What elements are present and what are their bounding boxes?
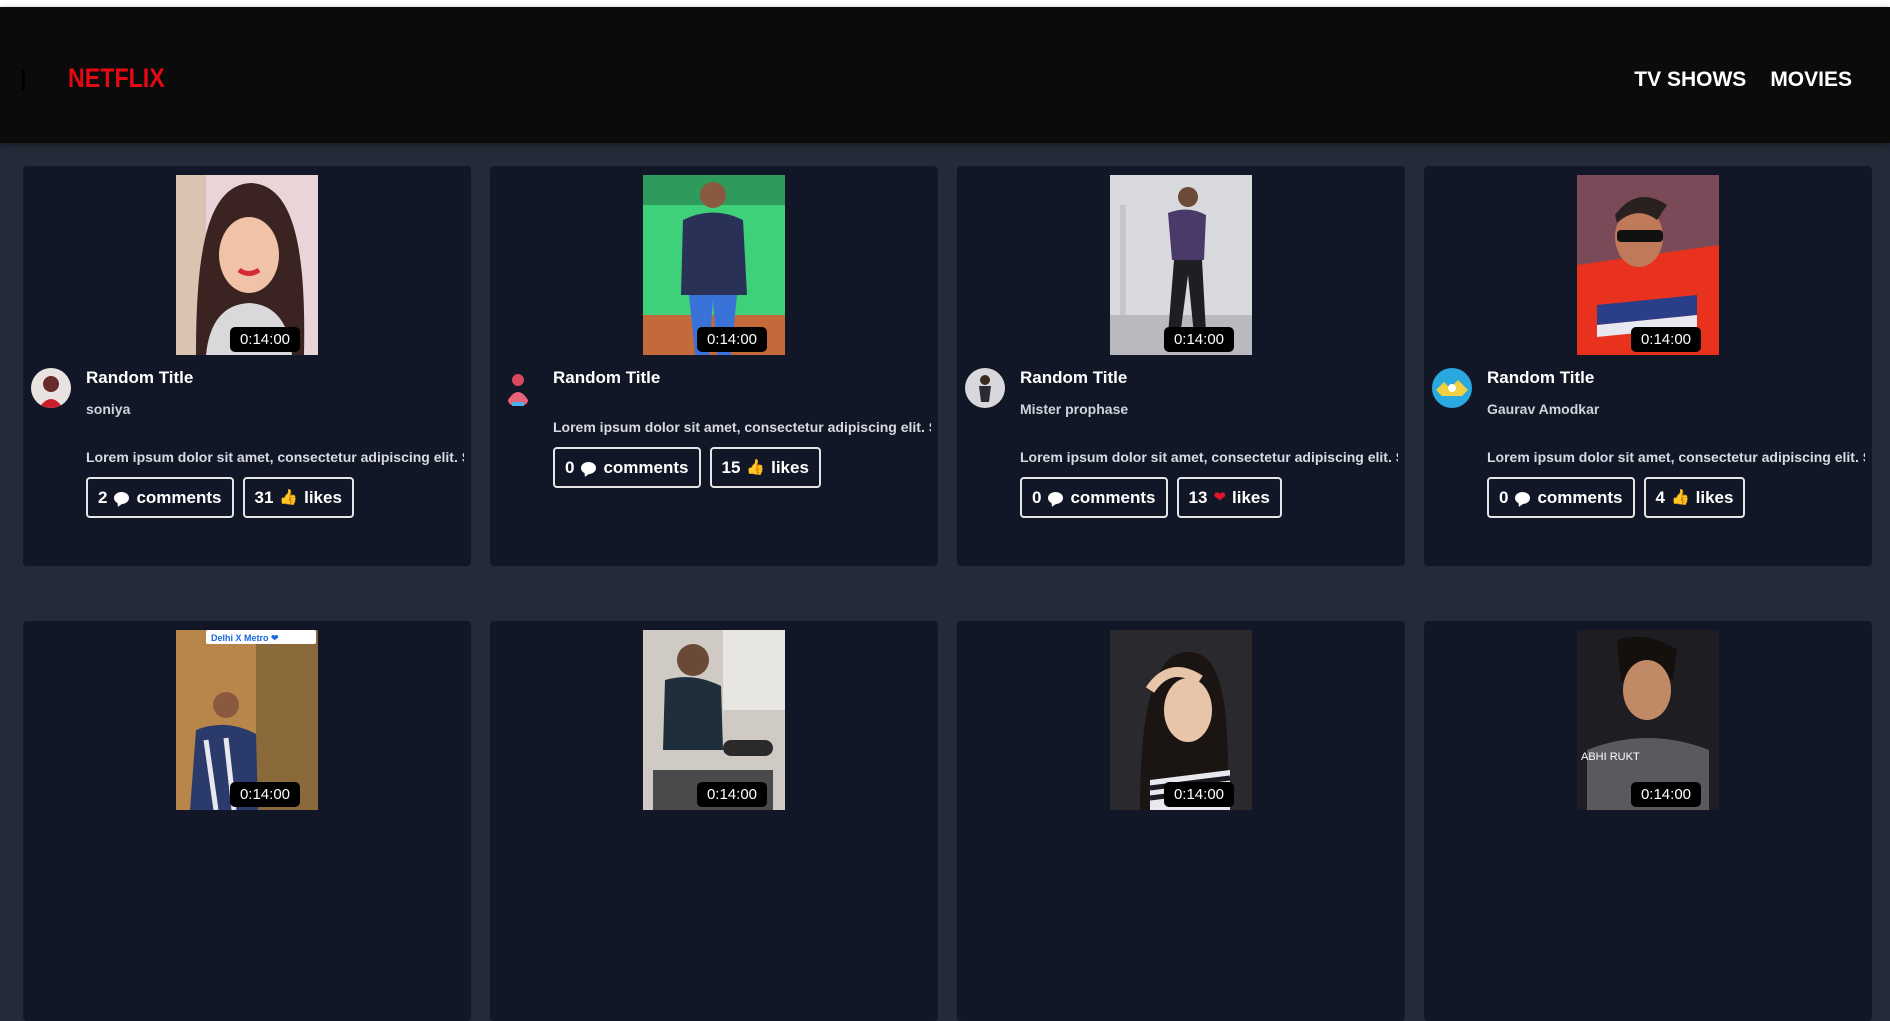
likes-count: 4 <box>1655 487 1665 507</box>
comments-count: 2 <box>98 487 108 507</box>
comments-label: comments <box>1070 487 1156 507</box>
heart-icon: ❤ <box>1213 489 1226 506</box>
netflix-logo[interactable]: NETFLIX <box>68 63 165 94</box>
video-description: Lorem ipsum dolor sit amet, consectetur … <box>1020 449 1398 465</box>
video-thumbnail[interactable]: 0:14:00 <box>1110 175 1252 355</box>
nav-marker <box>22 70 25 90</box>
likes-button[interactable]: 15 👍 likes <box>709 447 821 488</box>
likes-label: likes <box>1695 487 1734 507</box>
comments-count: 0 <box>565 457 575 477</box>
comments-label: comments <box>1537 487 1623 507</box>
video-thumbnail[interactable]: Delhi X Metro ❤ 0:14:00 <box>176 630 318 810</box>
video-card[interactable]: 0:14:00 Random Title Mister prophase Lor… <box>957 166 1405 566</box>
video-author[interactable]: Mister prophase <box>1020 401 1128 417</box>
video-description: Lorem ipsum dolor sit amet, consectetur … <box>1487 449 1865 465</box>
video-duration: 0:14:00 <box>696 327 767 352</box>
video-description: Lorem ipsum dolor sit amet, consectetur … <box>553 419 931 435</box>
video-title[interactable]: Random Title <box>86 368 193 388</box>
speech-bubble-icon <box>1048 491 1064 504</box>
video-thumbnail[interactable]: 0:14:00 <box>643 630 785 810</box>
likes-button[interactable]: 31 👍 likes <box>242 477 354 518</box>
video-title[interactable]: Random Title <box>1020 368 1127 388</box>
svg-text:ABHI RUKT: ABHI RUKT <box>1581 751 1640 763</box>
video-card[interactable]: 0:14:00 Random Title soniya Lorem ipsum … <box>23 166 471 566</box>
navbar: NETFLIX TV SHOWS MOVIES <box>0 7 1890 143</box>
video-thumbnail[interactable]: 0:14:00 <box>1110 630 1252 810</box>
comments-button[interactable]: 0 comments <box>1020 477 1168 518</box>
comments-button[interactable]: 0 comments <box>1487 477 1635 518</box>
likes-label: likes <box>1232 487 1270 507</box>
avatar[interactable] <box>498 368 538 408</box>
top-strip <box>0 0 1890 7</box>
likes-count: 31 <box>254 487 274 507</box>
comments-count: 0 <box>1032 487 1042 507</box>
nav-link-movies[interactable]: MOVIES <box>1770 68 1852 92</box>
likes-button[interactable]: 13 ❤ likes <box>1176 477 1282 518</box>
video-thumbnail[interactable]: 0:14:00 <box>643 175 785 355</box>
video-card[interactable]: 0:14:00 Random Title Gaurav Amodkar Lore… <box>1424 166 1872 566</box>
comments-button[interactable]: 2 comments <box>86 477 234 518</box>
nav-links: TV SHOWS MOVIES <box>1634 68 1852 92</box>
thumbs-up-icon: 👍 <box>279 489 299 506</box>
comments-label: comments <box>603 457 689 477</box>
video-card[interactable]: 0:14:00 <box>490 621 938 1021</box>
speech-bubble-icon <box>1515 491 1531 504</box>
likes-button[interactable]: 4 👍 likes <box>1643 477 1746 518</box>
comments-count: 0 <box>1499 487 1509 507</box>
video-thumbnail[interactable]: 0:14:00 <box>1577 175 1719 355</box>
avatar[interactable] <box>1432 368 1472 408</box>
video-duration: 0:14:00 <box>229 782 300 807</box>
video-card[interactable]: 0:14:00 Random Title Lorem ipsum dolor s… <box>490 166 938 566</box>
speech-bubble-icon <box>114 491 130 504</box>
likes-count: 15 <box>721 457 741 477</box>
avatar[interactable] <box>31 368 71 408</box>
svg-text:Delhi X Metro ❤: Delhi X Metro ❤ <box>211 633 279 643</box>
video-author[interactable]: soniya <box>86 401 130 417</box>
video-card[interactable]: ABHI RUKT 0:14:00 <box>1424 621 1872 1021</box>
video-author[interactable]: Gaurav Amodkar <box>1487 401 1599 417</box>
video-card[interactable]: 0:14:00 <box>957 621 1405 1021</box>
thumbs-up-icon: 👍 <box>1670 489 1690 506</box>
comments-button[interactable]: 0 comments <box>553 447 701 488</box>
video-duration: 0:14:00 <box>1163 327 1234 352</box>
video-duration: 0:14:00 <box>1630 782 1701 807</box>
video-description: Lorem ipsum dolor sit amet, consectetur … <box>86 449 464 465</box>
likes-label: likes <box>304 487 342 507</box>
video-duration: 0:14:00 <box>1163 782 1234 807</box>
video-thumbnail[interactable]: 0:14:00 <box>176 175 318 355</box>
video-title[interactable]: Random Title <box>553 368 660 388</box>
video-duration: 0:14:00 <box>696 782 767 807</box>
video-thumbnail[interactable]: ABHI RUKT 0:14:00 <box>1577 630 1719 810</box>
thumbs-up-icon: 👍 <box>746 459 766 476</box>
likes-count: 13 <box>1188 487 1208 507</box>
comments-label: comments <box>136 487 222 507</box>
likes-label: likes <box>771 457 809 477</box>
video-title[interactable]: Random Title <box>1487 368 1594 388</box>
video-duration: 0:14:00 <box>1630 327 1701 352</box>
avatar[interactable] <box>965 368 1005 408</box>
video-duration: 0:14:00 <box>229 327 300 352</box>
speech-bubble-icon <box>581 461 597 474</box>
video-card[interactable]: Delhi X Metro ❤ 0:14:00 <box>23 621 471 1021</box>
nav-link-tv-shows[interactable]: TV SHOWS <box>1634 68 1746 92</box>
